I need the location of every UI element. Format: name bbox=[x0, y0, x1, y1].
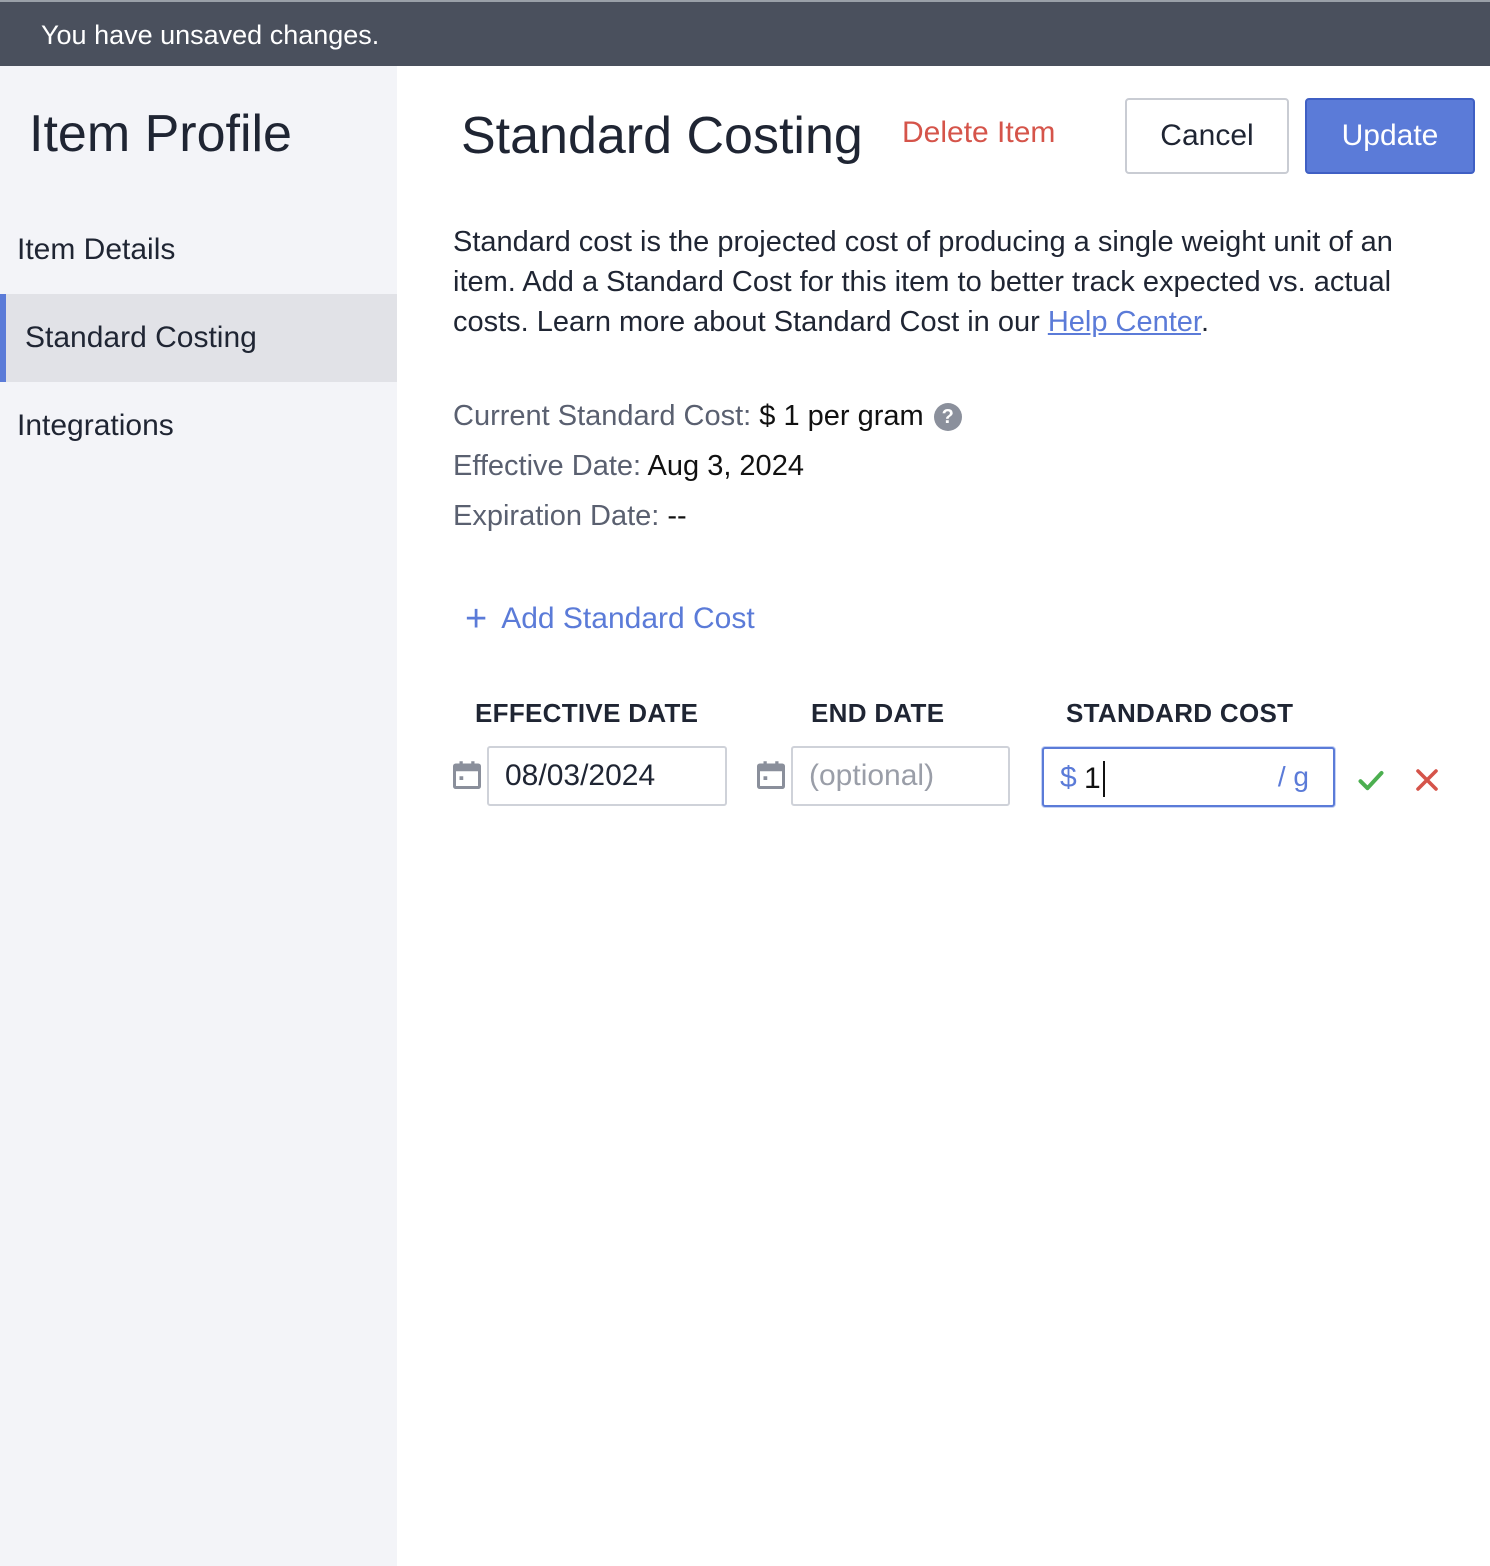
cost-unit: / g bbox=[1277, 761, 1309, 792]
sidebar-item-label: Integrations bbox=[17, 409, 174, 442]
sidebar-item-label: Item Details bbox=[17, 233, 176, 266]
sidebar: Item Profile Item Details Standard Costi… bbox=[0, 66, 397, 1566]
expiration-date-label: Expiration Date: bbox=[453, 500, 660, 532]
column-header-standard-cost: STANDARD COST bbox=[1066, 698, 1294, 728]
calendar-icon[interactable] bbox=[756, 760, 786, 790]
description: Standard cost is the projected cost of p… bbox=[453, 222, 1453, 342]
expiration-date-value: -- bbox=[667, 500, 687, 532]
current-cost-value: $ 1 per gram bbox=[759, 400, 924, 432]
effective-date-value: Aug 3, 2024 bbox=[647, 450, 804, 482]
description-text: Standard cost is the projected cost of p… bbox=[453, 226, 1393, 338]
add-standard-cost-link[interactable]: + Add Standard Cost bbox=[465, 598, 755, 641]
check-icon[interactable] bbox=[1357, 766, 1385, 794]
add-standard-cost-label: Add Standard Cost bbox=[501, 602, 755, 635]
unsaved-changes-banner: You have unsaved changes. bbox=[0, 0, 1490, 66]
standard-cost-value: 1 bbox=[1084, 761, 1105, 797]
sidebar-item-item-details[interactable]: Item Details bbox=[0, 206, 397, 294]
plus-icon: + bbox=[465, 598, 488, 640]
current-standard-cost: Current Standard Cost: $ 1 per gram? bbox=[453, 400, 962, 433]
current-cost-label: Current Standard Cost: bbox=[453, 400, 752, 432]
currency-symbol: $ bbox=[1060, 761, 1077, 794]
expiration-date-info: Expiration Date: -- bbox=[453, 500, 687, 533]
effective-date-info: Effective Date: Aug 3, 2024 bbox=[453, 450, 804, 483]
effective-date-input[interactable] bbox=[487, 746, 727, 806]
help-center-link[interactable]: Help Center bbox=[1048, 306, 1201, 338]
end-date-input[interactable] bbox=[791, 746, 1010, 806]
delete-item-button[interactable]: Delete Item bbox=[902, 116, 1055, 150]
update-button[interactable]: Update bbox=[1305, 98, 1475, 174]
sidebar-item-integrations[interactable]: Integrations bbox=[0, 382, 397, 470]
banner-text: You have unsaved changes. bbox=[41, 20, 380, 50]
column-header-end-date: END DATE bbox=[811, 698, 945, 728]
calendar-icon[interactable] bbox=[452, 760, 482, 790]
page-title: Standard Costing bbox=[461, 107, 863, 165]
help-icon[interactable]: ? bbox=[933, 403, 962, 432]
cancel-button[interactable]: Cancel bbox=[1125, 98, 1289, 174]
close-icon[interactable] bbox=[1415, 768, 1439, 792]
sidebar-item-standard-costing[interactable]: Standard Costing bbox=[0, 294, 397, 382]
description-end: . bbox=[1200, 306, 1210, 338]
main-panel: Standard Costing Delete Item Cancel Upda… bbox=[397, 66, 1490, 1566]
effective-date-label: Effective Date: bbox=[453, 450, 642, 482]
sidebar-title: Item Profile bbox=[29, 105, 292, 163]
column-header-effective-date: EFFECTIVE DATE bbox=[475, 698, 699, 728]
sidebar-item-label: Standard Costing bbox=[25, 321, 257, 354]
standard-cost-input[interactable]: $ 1 / g bbox=[1042, 747, 1335, 807]
